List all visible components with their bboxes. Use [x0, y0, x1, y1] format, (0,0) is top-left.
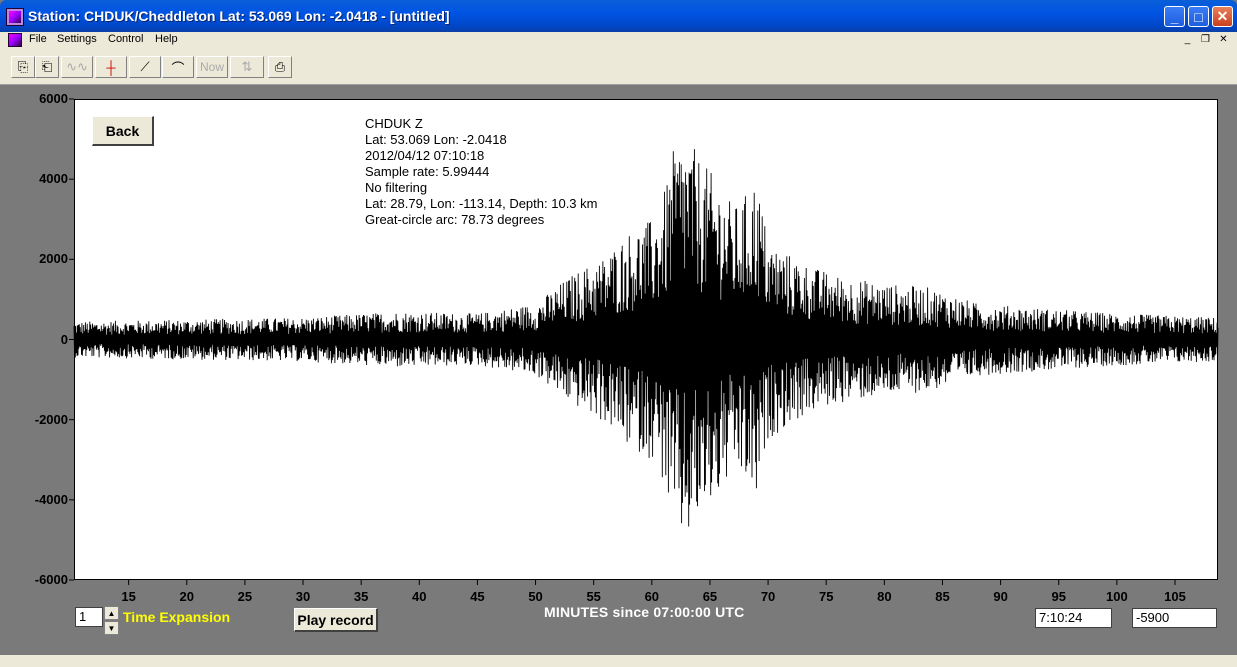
x-tick-label: 90: [993, 589, 1008, 604]
maximize-icon[interactable]: □: [1188, 6, 1209, 27]
child-minimize-icon[interactable]: _: [1181, 34, 1194, 47]
great-circle-arc: Great-circle arc: 78.73 degrees: [365, 212, 545, 227]
menu-bar: File Settings Control Help _ ❐ ✕: [0, 32, 1237, 50]
status-bar: [0, 655, 1237, 667]
y-tick-label: -6000: [34, 572, 68, 587]
station-location: Lat: 53.069 Lon: -2.0418: [365, 132, 507, 147]
station-label: CHDUK Z: [365, 116, 423, 131]
toolbar: ⎘ ⎗ ∿∿ ┼ ⟋ ⌒ Now ⇅ ⎙: [0, 50, 1237, 85]
app-icon: [6, 8, 24, 26]
y-tick-label: 0: [60, 331, 68, 347]
time-readout: 7:10:24: [1035, 608, 1112, 628]
back-button[interactable]: Back: [92, 116, 154, 146]
x-tick-label: 30: [295, 589, 311, 604]
x-tick-label: 85: [935, 589, 950, 604]
x-tick-label: 25: [237, 589, 253, 604]
x-tick-label: 100: [1105, 589, 1128, 604]
up-down-arrows-icon[interactable]: ⇅: [230, 56, 264, 78]
menu-help[interactable]: Help: [155, 33, 178, 45]
title-bar[interactable]: Station: CHDUK/Cheddleton Lat: 53.069 Lo…: [0, 0, 1237, 32]
sample-rate: Sample rate: 5.99444: [365, 164, 490, 179]
waveform-icon[interactable]: ∿∿: [61, 56, 93, 78]
window-title: Station: CHDUK/Cheddleton Lat: 53.069 Lo…: [28, 8, 450, 24]
value-readout: -5900: [1132, 608, 1217, 628]
marker-icon[interactable]: ┼: [95, 56, 127, 78]
y-tick-label: -2000: [34, 411, 68, 427]
spectrum-icon[interactable]: ⌒: [162, 56, 194, 78]
document-icon[interactable]: [8, 33, 22, 47]
x-tick-label: 15: [121, 589, 136, 604]
y-tick-label: -4000: [34, 491, 68, 507]
x-tick-label: 65: [702, 589, 718, 604]
print-icon[interactable]: ⎙: [268, 56, 292, 78]
x-tick-label: 40: [412, 589, 427, 604]
y-tick-label: 6000: [39, 91, 68, 106]
menu-control[interactable]: Control: [108, 33, 143, 45]
event-location: Lat: 28.79, Lon: -113.14, Depth: 10.3 km: [365, 196, 598, 211]
x-axis-title: MINUTES since 07:00:00 UTC: [544, 604, 745, 620]
x-tick-label: 105: [1164, 589, 1186, 604]
x-tick-label: 55: [586, 589, 601, 604]
child-restore-icon[interactable]: ❐: [1199, 34, 1212, 47]
y-tick-label: 2000: [39, 251, 68, 267]
x-tick-label: 70: [760, 589, 776, 604]
minimize-icon[interactable]: _: [1164, 6, 1185, 27]
time-expansion-label: Time Expansion: [123, 609, 231, 625]
spin-down-icon[interactable]: ▼: [104, 621, 119, 635]
main-window: Station: CHDUK/Cheddleton Lat: 53.069 Lo…: [0, 0, 1237, 667]
slope-icon[interactable]: ⟋: [129, 56, 161, 78]
x-tick-label: 50: [528, 589, 543, 604]
child-close-icon[interactable]: ✕: [1217, 34, 1230, 47]
x-tick-label: 60: [644, 589, 660, 604]
x-tick-label: 80: [877, 589, 892, 604]
time-expansion-input[interactable]: 1: [75, 607, 103, 627]
close-icon[interactable]: ✕: [1212, 6, 1233, 27]
x-tick-label: 75: [818, 589, 834, 604]
menu-file[interactable]: File: [29, 33, 47, 45]
record-datetime: 2012/04/12 07:10:18: [365, 148, 485, 163]
open-file-icon[interactable]: ⎘: [11, 56, 35, 78]
x-tick-label: 45: [470, 589, 485, 604]
x-tick-label: 20: [179, 589, 194, 604]
x-tick-label: 95: [1051, 589, 1066, 604]
seismogram-plot[interactable]: [74, 99, 1218, 580]
y-tick-label: 4000: [39, 171, 68, 187]
filtering-status: No filtering: [365, 180, 428, 195]
copy-file-icon[interactable]: ⎗: [35, 56, 59, 78]
now-button[interactable]: Now: [196, 56, 228, 78]
spin-up-icon[interactable]: ▲: [104, 606, 119, 620]
menu-settings[interactable]: Settings: [57, 33, 97, 45]
play-record-button[interactable]: Play record: [294, 608, 378, 632]
x-tick-label: 35: [353, 589, 369, 604]
